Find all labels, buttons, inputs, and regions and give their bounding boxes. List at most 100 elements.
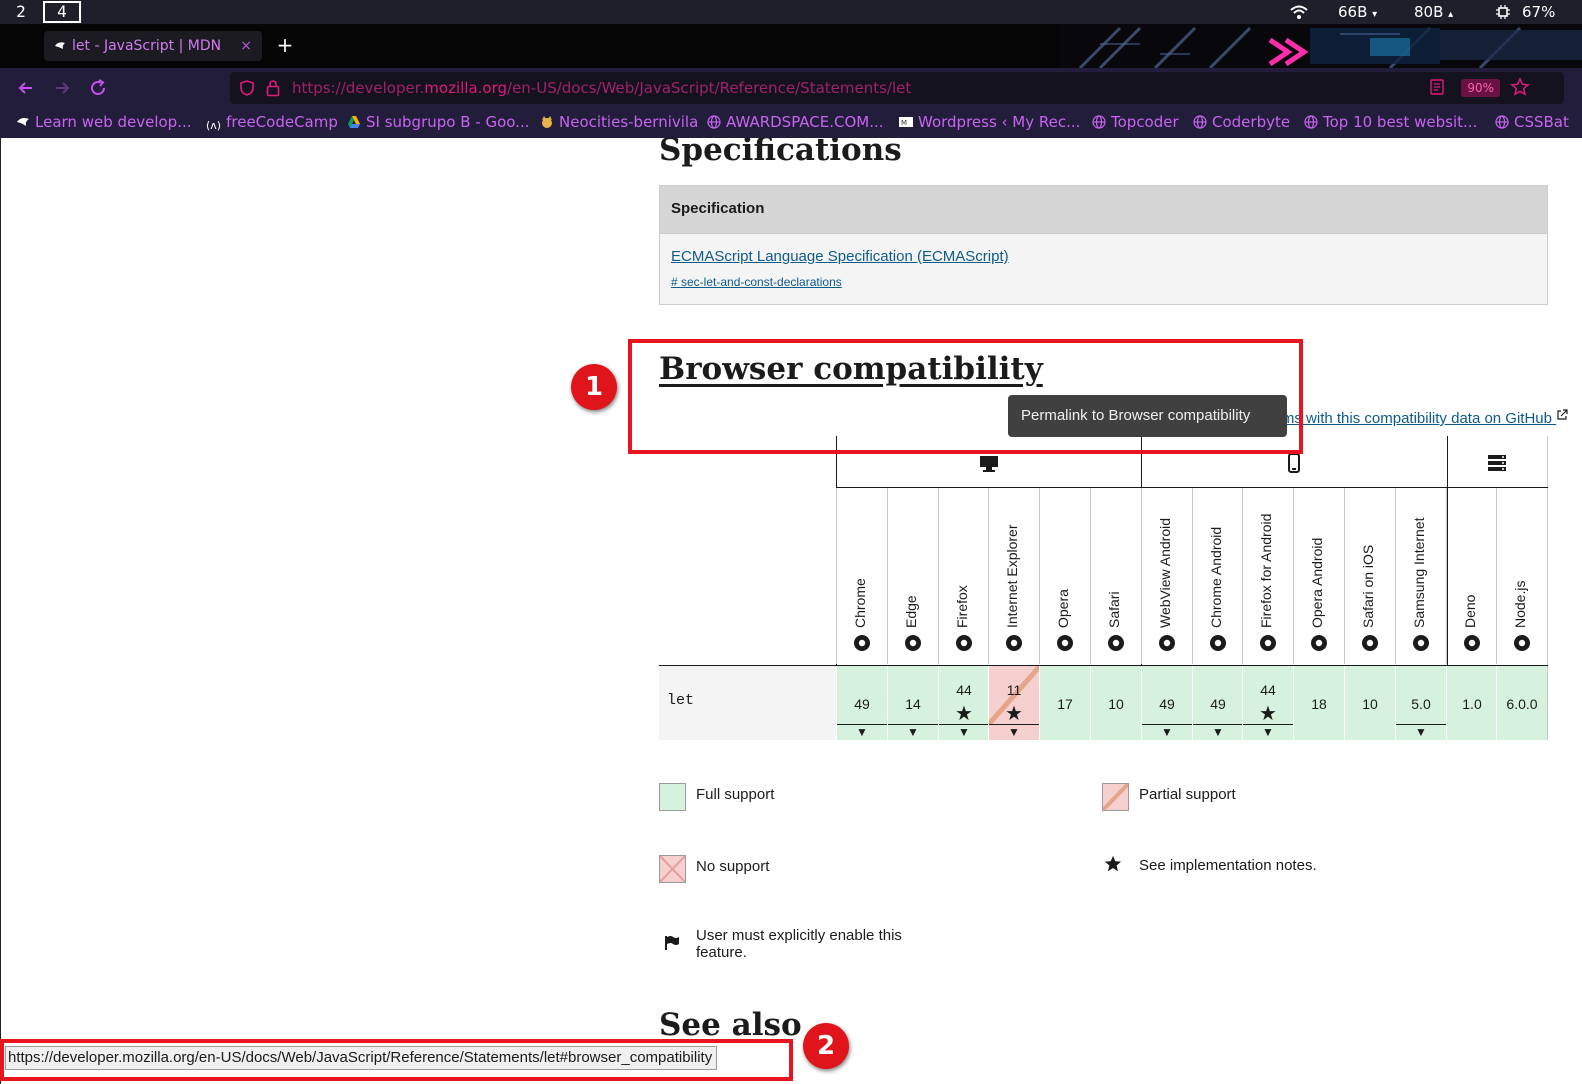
expand-toggle-icon[interactable]: ▼ [1396,724,1446,740]
expand-toggle-icon[interactable]: ▼ [1243,724,1293,740]
version-cell[interactable]: 10 [1090,666,1141,740]
browser-header: Chrome Android [1192,488,1243,664]
legend-no-support: No support [696,858,770,875]
bookmark-item[interactable]: M Wordpress ‹ My Rec... [899,108,1080,138]
forward-icon[interactable] [50,76,74,100]
bookmark-label: Wordpress ‹ My Rec... [918,113,1081,131]
version-number: 5.0 [1411,696,1431,712]
version-cell[interactable]: 14 ▼ [887,666,938,740]
theme-decoration [1060,24,1582,68]
compat-table: let Chrome Edge Firefox Internet Explorer Op… [659,436,1548,740]
expand-toggle-icon[interactable]: ▼ [837,724,887,740]
browser-name: Edge [903,595,919,628]
workspace-button-active[interactable]: 4 [43,1,81,23]
url-bar[interactable]: https://developer.mozilla.org/en-US/docs… [230,72,1564,104]
bookmark-label: AWARDSPACE.COM... [726,113,884,131]
bookmark-label: Coderbyte [1212,113,1291,131]
server-icon [1488,455,1506,471]
new-tab-button[interactable]: + [274,32,296,58]
google-drive-icon [348,116,360,128]
external-link-icon [1557,409,1568,420]
net-down-value: 66B [1338,3,1368,21]
browser-name: Safari on iOS [1360,544,1376,628]
bookmark-item[interactable]: Neocities-bernivila [540,108,698,138]
webview-android-icon [1159,635,1175,651]
expand-toggle-icon[interactable]: ▼ [939,724,989,740]
browser-name: Firefox [954,585,970,628]
version-number: 11 [1006,682,1022,698]
version-cell[interactable]: 17 [1039,666,1090,740]
version-cell[interactable]: 10 [1344,666,1395,740]
bookmark-item[interactable]: Top 10 best websit... [1304,108,1477,138]
version-number: 44 [956,682,972,698]
reload-icon[interactable] [86,76,110,100]
annotation-badge-2: 2 [803,1023,849,1069]
expand-toggle-icon[interactable]: ▼ [1193,724,1243,740]
wifi-icon [1290,5,1308,19]
deno-icon [1464,635,1480,651]
expand-toggle-icon[interactable]: ▼ [888,724,938,740]
nav-bar: https://developer.mozilla.org/en-US/docs… [0,68,1582,108]
page-content: Specifications Specification ECMAScript … [0,138,1582,1084]
spec-link[interactable]: ECMAScript Language Specification (ECMAS… [671,248,1009,265]
chrome-android-icon [1210,635,1226,651]
bookmark-item[interactable]: SI subgrupo B - Goo... [347,108,529,138]
bookmark-star-icon[interactable] [1510,77,1530,97]
node-js-icon [1514,635,1530,651]
version-cell[interactable]: 44 ★ ▼ [1242,666,1293,740]
legend-partial-support-swatch [1101,782,1130,812]
version-cell[interactable]: 49 ▼ [836,666,887,740]
workspace-button[interactable]: 2 [2,1,40,23]
legend-full-support: Full support [696,786,775,803]
bookmark-item[interactable]: AWARDSPACE.COM... [707,108,884,138]
expand-toggle-icon[interactable]: ▼ [1142,724,1192,740]
version-cell[interactable]: 1.0 [1446,666,1497,740]
browser-header: WebView Android [1141,488,1192,664]
note-star-icon: ★ [955,703,973,725]
browser-name: Deno [1462,594,1478,628]
note-star-icon: ★ [1259,703,1277,725]
version-cell[interactable]: 49 ▼ [1141,666,1192,740]
version-cell[interactable]: 44 ★ ▼ [938,666,989,740]
version-cell[interactable]: 5.0 ▼ [1395,666,1446,740]
bookmark-item[interactable]: Learn web develop... [16,108,192,138]
version-cell[interactable]: 6.0.0 [1496,666,1547,740]
chrome-icon [854,635,870,651]
bookmark-item[interactable]: Topcoder [1092,108,1179,138]
wordpress-icon: M [899,117,913,127]
battery-readout: 67% [1522,3,1556,21]
specifications-heading[interactable]: Specifications [659,138,902,168]
reader-view-icon[interactable] [1430,79,1444,95]
browser-name: Safari [1106,591,1122,628]
bookmark-label: Learn web develop... [35,113,192,131]
desktop-icon [980,456,998,472]
globe-icon [1092,115,1106,129]
bookmark-label: Top 10 best websit... [1323,113,1478,131]
version-cell[interactable]: 49 ▼ [1192,666,1243,740]
tracking-shield-icon[interactable] [240,80,254,96]
no-support-cross [659,855,686,883]
back-icon[interactable] [14,76,38,100]
url-text[interactable]: https://developer.mozilla.org/en-US/docs… [292,72,911,104]
bookmark-item[interactable]: (ʌ) freeCodeCamp [206,108,338,138]
tab-active[interactable]: let - JavaScript | MDN × [44,31,262,61]
version-cell[interactable]: 11 ★ ▼ [988,666,1040,740]
tab-strip: let - JavaScript | MDN × + [0,24,1582,68]
browser-header: Chrome [836,488,887,664]
freecodecamp-icon: (ʌ) [206,119,222,132]
version-cell[interactable]: 18 [1293,666,1344,740]
see-also-heading[interactable]: See also [659,1007,802,1043]
lock-icon[interactable] [266,79,280,97]
spec-anchor-link[interactable]: # sec-let-and-const-declarations [671,275,842,289]
globe-icon [707,115,721,129]
zoom-indicator[interactable]: 90% [1461,79,1500,97]
tab-close-icon[interactable]: × [240,31,252,61]
bookmark-item[interactable]: CSSBat [1495,108,1569,138]
expand-toggle-icon[interactable]: ▼ [989,724,1039,740]
annotation-badge-1: 1 [571,364,617,410]
bookmark-item[interactable]: Coderbyte [1193,108,1290,138]
legend-flag: User must explicitly enable this feature… [696,927,902,961]
mdn-icon [17,118,29,126]
annotation-box-2 [0,1039,793,1081]
feature-name[interactable]: let [667,692,694,709]
